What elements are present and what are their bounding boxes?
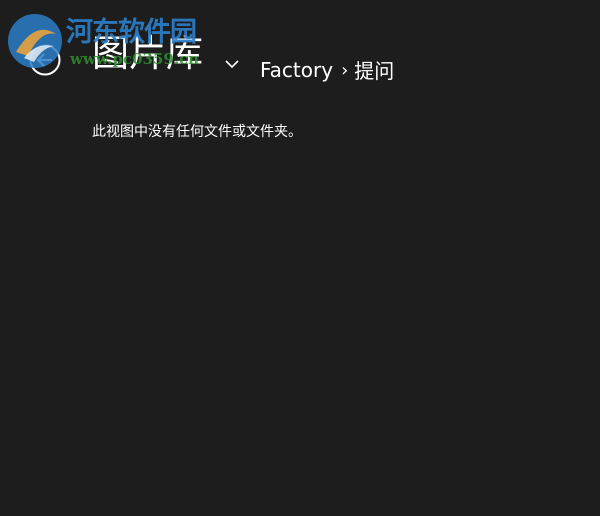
back-button[interactable] [29, 44, 61, 76]
back-arrow-circle-icon [29, 44, 61, 76]
page-title[interactable]: 图片库 [92, 33, 203, 75]
title-dropdown-button[interactable] [223, 56, 241, 70]
breadcrumb-item-factory[interactable]: Factory [260, 58, 333, 82]
breadcrumb: Factory › 提问 [260, 55, 394, 84]
chevron-down-icon [225, 60, 239, 69]
breadcrumb-item-question[interactable]: 提问 [354, 55, 394, 84]
empty-view-message: 此视图中没有任何文件或文件夹。 [92, 124, 302, 140]
breadcrumb-separator: › [341, 60, 349, 81]
